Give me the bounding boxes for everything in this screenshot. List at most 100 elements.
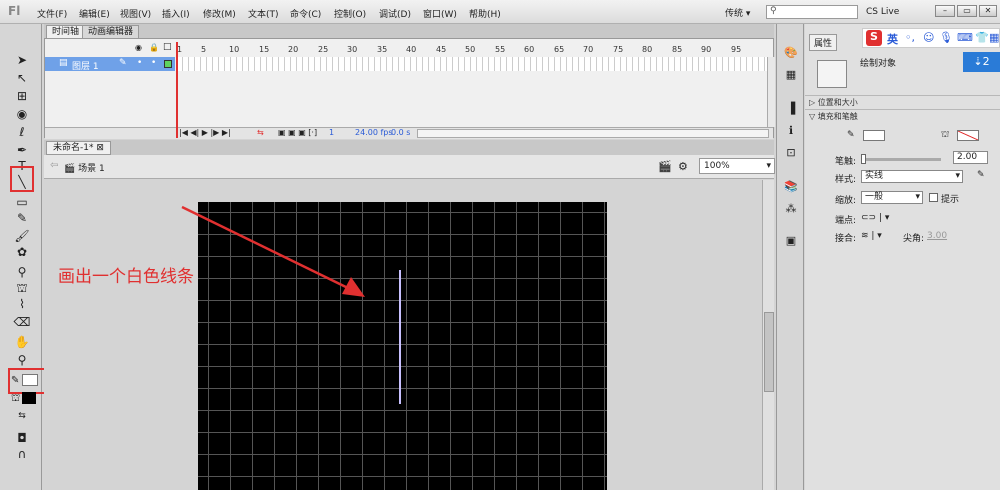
style-value: 实线: [865, 171, 884, 181]
close-tab-icon[interactable]: ⊠: [96, 143, 104, 153]
eraser-tool-icon[interactable]: ⌫: [13, 314, 31, 330]
voice-icon[interactable]: 🎙: [939, 31, 953, 44]
layer-visibility-dot[interactable]: •: [137, 58, 142, 68]
menu-commands[interactable]: 命令(C): [290, 7, 321, 20]
layer-outline-color[interactable]: [164, 60, 172, 68]
drawn-white-line[interactable]: [399, 270, 401, 404]
search-input[interactable]: ⚲: [766, 5, 858, 19]
align-icon[interactable]: ▐: [783, 102, 799, 116]
hint-checkbox[interactable]: [929, 193, 938, 202]
motion-presets-icon[interactable]: ▣: [783, 234, 799, 248]
eyedropper-icon[interactable]: ⌇: [13, 296, 31, 312]
scene-breadcrumb[interactable]: 🎬 场景 1: [64, 161, 105, 174]
scale-select[interactable]: 一般 ▾: [861, 191, 923, 204]
menu-edit[interactable]: 编辑(E): [79, 7, 110, 20]
frame-rate[interactable]: 24.00 fps: [355, 128, 393, 137]
stroke-color-swatch[interactable]: [22, 374, 38, 386]
menu-view[interactable]: 视图(V): [120, 7, 151, 20]
playhead[interactable]: [176, 42, 178, 138]
back-arrow-icon[interactable]: ⇦: [50, 160, 58, 171]
stage-vscroll[interactable]: [762, 180, 774, 490]
show-hide-eye-icon[interactable]: ◉: [135, 43, 142, 52]
menu-debug[interactable]: 调试(D): [379, 7, 411, 20]
free-transform-icon[interactable]: ⊞: [13, 88, 31, 104]
frame-number: 35: [377, 45, 388, 54]
section-position-size[interactable]: ▷ 位置和大小: [805, 95, 1000, 108]
cap-select[interactable]: ⊂⊃ | ▾: [861, 213, 889, 223]
ime-language[interactable]: 英: [887, 31, 898, 47]
transform-icon[interactable]: ⊡: [783, 146, 799, 160]
paint-bucket-icon[interactable]: ⛫: [13, 280, 31, 296]
rectangle-tool-icon[interactable]: ▭: [13, 194, 31, 210]
lock-icon[interactable]: 🔒: [149, 43, 159, 52]
swap-colors-icon[interactable]: ⇆: [13, 408, 31, 424]
document-tab[interactable]: 未命名-1* ⊠: [46, 141, 111, 155]
lasso-icon[interactable]: ℓ: [13, 124, 31, 140]
skin-icon[interactable]: 👕: [975, 31, 989, 44]
restore-button[interactable]: ▭: [957, 5, 977, 17]
stroke-color-swatch[interactable]: [863, 130, 885, 141]
onion-skin-icon[interactable]: ⇆: [257, 128, 264, 137]
subselection-tool-icon[interactable]: ↖: [13, 70, 31, 86]
layer-lock-dot[interactable]: •: [151, 58, 156, 68]
menu-control[interactable]: 控制(O): [334, 7, 366, 20]
3d-rotation-icon[interactable]: ◉: [13, 106, 31, 122]
tab-motion-editor[interactable]: 动画编辑器: [82, 25, 140, 38]
menu-insert[interactable]: 插入(I): [162, 7, 190, 20]
swatches-icon[interactable]: ▦: [783, 68, 799, 82]
outline-icon[interactable]: □: [163, 42, 172, 52]
object-drawing-icon[interactable]: ◘: [13, 430, 31, 446]
toolbox-icon[interactable]: ▦: [989, 31, 999, 44]
hand-tool-icon[interactable]: ✋: [13, 334, 31, 350]
zoom-select[interactable]: 100% ▾: [699, 158, 775, 174]
punctuation-icon[interactable]: ◦,: [905, 31, 915, 44]
menu-help[interactable]: 帮助(H): [469, 7, 501, 20]
miter-value[interactable]: 3.00: [927, 231, 947, 241]
components-icon[interactable]: ⁂: [783, 202, 799, 216]
section-fill-stroke[interactable]: ▽ 填充和笔触: [805, 109, 1000, 122]
zoom-tool-icon[interactable]: ⚲: [13, 352, 31, 368]
pencil-tool-icon[interactable]: ✎: [13, 210, 31, 226]
edit-style-pencil-icon[interactable]: ✎: [977, 170, 985, 180]
sogou-logo[interactable]: S: [866, 30, 882, 46]
tab-timeline[interactable]: 时间轴: [46, 25, 86, 38]
menu-modify[interactable]: 修改(M): [203, 7, 236, 20]
minimize-button[interactable]: –: [935, 5, 955, 17]
brush-tool-icon[interactable]: 🖌: [13, 228, 31, 244]
keyboard-icon[interactable]: ⌨: [957, 31, 973, 44]
playback-controls[interactable]: |◀ ◀| ▶ |▶ ▶|: [179, 128, 231, 137]
pen-tool-icon[interactable]: ✒: [13, 142, 31, 158]
stroke-slider[interactable]: [863, 158, 941, 161]
layer-name[interactable]: 图层 1: [72, 59, 99, 72]
style-select[interactable]: 实线 ▾: [861, 170, 963, 183]
scroll-thumb[interactable]: [764, 312, 774, 392]
deco-tool-icon[interactable]: ✿: [13, 244, 31, 260]
onion-marker-icons[interactable]: ▣ ▣ ▣ [·]: [278, 128, 317, 137]
color-panel-icon[interactable]: 🎨: [783, 46, 799, 60]
workspace-switcher[interactable]: 传统 ▾: [725, 6, 750, 19]
timeline-hscroll[interactable]: [417, 129, 769, 138]
layer-row[interactable]: ▤ 图层 1 ✎ • •: [45, 57, 175, 72]
edit-scene-icon[interactable]: 🎬: [658, 160, 672, 173]
edit-symbols-icon[interactable]: ⚙: [678, 160, 688, 173]
cs-live-button[interactable]: CS Live: [866, 7, 899, 17]
menu-window[interactable]: 窗口(W): [423, 7, 457, 20]
fill-color-swatch[interactable]: [22, 392, 36, 404]
slider-handle[interactable]: [861, 154, 866, 164]
frame-cells[interactable]: [177, 57, 767, 71]
stroke-value-input[interactable]: 2.00: [953, 151, 988, 164]
emoji-icon[interactable]: ☺: [923, 31, 934, 44]
snap-magnet-icon[interactable]: ∩: [13, 446, 31, 462]
library-icon[interactable]: 📚: [783, 180, 799, 194]
timeline-vscroll[interactable]: [767, 57, 775, 127]
menu-file[interactable]: 文件(F): [37, 7, 67, 20]
sync-icon[interactable]: ⇣2: [963, 52, 1000, 72]
join-select[interactable]: ≋ | ▾: [861, 231, 882, 241]
close-button[interactable]: ✕: [979, 5, 997, 17]
selection-tool-icon[interactable]: ➤: [13, 52, 31, 68]
tab-properties[interactable]: 属性: [809, 34, 838, 51]
fill-color-swatch[interactable]: [957, 130, 979, 141]
menu-text[interactable]: 文本(T): [248, 7, 279, 20]
bone-tool-icon[interactable]: ⚲: [13, 264, 31, 280]
info-icon[interactable]: ℹ: [783, 124, 799, 138]
